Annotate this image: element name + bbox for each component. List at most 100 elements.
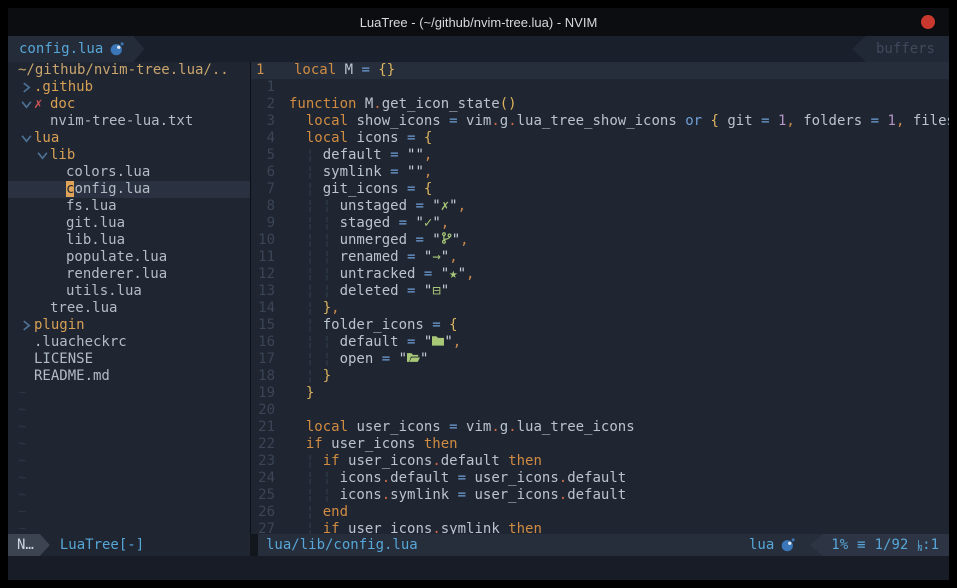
code-line-text: ¦ ¦ deleted = "⊟" <box>289 283 449 300</box>
tab-config-lua[interactable]: config.lua <box>8 36 144 62</box>
statusline-divider <box>250 534 258 556</box>
tree-item-git-lua[interactable]: git.lua <box>8 215 250 232</box>
tree-item-utils-lua[interactable]: utils.lua <box>8 283 250 300</box>
token: untracked <box>340 266 424 282</box>
token: open <box>340 351 382 367</box>
code-line[interactable]: 18 ¦ } <box>251 368 949 385</box>
code-line-text: local M = {} <box>294 62 395 79</box>
command-line[interactable] <box>8 556 949 580</box>
code-line-text: ¦ }, <box>289 300 340 317</box>
tree-item-lib-lua[interactable]: lib.lua <box>8 232 250 249</box>
token: = <box>407 334 424 350</box>
code-line[interactable]: 13 ¦ ¦ deleted = "⊟" <box>251 283 949 300</box>
code-line[interactable]: 3 local show_icons = vim.g.lua_tree_show… <box>251 113 949 130</box>
tree-item-config-lua[interactable]: config.lua <box>8 181 250 198</box>
token: , <box>466 266 474 282</box>
code-line[interactable]: 14 ¦ }, <box>251 300 949 317</box>
token: user_icons <box>348 453 432 469</box>
code-line[interactable]: 17 ¦ ¦ open = "" <box>251 351 949 368</box>
token: ¦ ¦ <box>289 470 340 486</box>
code-line[interactable]: 20 <box>251 402 949 419</box>
code-line[interactable]: 22 if user_icons then <box>251 436 949 453</box>
tree-item--luacheckrc[interactable]: .luacheckrc <box>8 334 250 351</box>
tree-item-colors-lua[interactable]: colors.lua <box>8 164 250 181</box>
code-line[interactable]: 23 ¦ if user_icons.default then <box>251 453 949 470</box>
token: = <box>449 113 466 129</box>
token: ¦ ¦ <box>289 232 340 248</box>
token: . <box>432 521 440 534</box>
tree-item-lib[interactable]: lib <box>8 147 250 164</box>
token: { <box>711 113 728 129</box>
code-line[interactable]: 12 ¦ ¦ untracked = "★", <box>251 266 949 283</box>
tree-item-tree-lua[interactable]: tree.lua <box>8 300 250 317</box>
tilde-marker: ~ <box>18 521 26 534</box>
code-line-text: local icons = { <box>289 130 432 147</box>
code-line[interactable]: 25 ¦ ¦ icons.symlink = user_icons.defaul… <box>251 487 949 504</box>
code-line[interactable]: 16 ¦ ¦ default = "", <box>251 334 949 351</box>
tree-item-label: renderer.lua <box>66 266 167 283</box>
line-number: 3 <box>251 113 275 130</box>
code-line[interactable]: 9 ¦ ¦ staged = "✓", <box>251 215 949 232</box>
token: g <box>500 419 508 435</box>
token: folders <box>803 113 870 129</box>
code-line[interactable]: 2function M.get_icon_state() <box>251 96 949 113</box>
code-line[interactable]: 10 ¦ ¦ unmerged = "", <box>251 232 949 249</box>
code-line[interactable]: 7 ¦ git_icons = { <box>251 181 949 198</box>
chevron-right-icon <box>18 320 34 331</box>
code-line[interactable]: 26 ¦ end <box>251 504 949 521</box>
token: = <box>390 147 407 163</box>
token: = <box>871 113 888 129</box>
code-line[interactable]: 5 ¦ default = "", <box>251 147 949 164</box>
code-line[interactable]: 1 <box>251 79 949 96</box>
line-number: 6 <box>251 164 275 181</box>
code-line[interactable]: 19 } <box>251 385 949 402</box>
tree-item-plugin[interactable]: plugin <box>8 317 250 334</box>
code-line[interactable]: 24 ¦ ¦ icons.default = user_icons.defaul… <box>251 470 949 487</box>
code-line[interactable]: 11 ¦ ¦ renamed = "→", <box>251 249 949 266</box>
line-number: 15 <box>251 317 275 334</box>
chevron-down-icon <box>18 134 34 143</box>
token: function <box>289 96 365 112</box>
tree-item-populate-lua[interactable]: populate.lua <box>8 249 250 266</box>
token: = <box>407 130 424 146</box>
token: . <box>508 419 516 435</box>
code-line[interactable]: 8 ¦ ¦ unstaged = "✗", <box>251 198 949 215</box>
close-button[interactable] <box>921 15 935 29</box>
token: = <box>399 215 416 231</box>
line-number: 5 <box>251 147 275 164</box>
tilde-marker: ~ <box>18 385 26 402</box>
code-line[interactable]: 4 local icons = { <box>251 130 949 147</box>
tree-item-renderer-lua[interactable]: renderer.lua <box>8 266 250 283</box>
token: if <box>323 453 348 469</box>
position-chip: 1% ≡ 1/92 L N :1 <box>809 534 949 556</box>
tree-item-lua[interactable]: lua <box>8 130 250 147</box>
filetype-label: lua <box>749 537 774 553</box>
token: " <box>441 266 449 282</box>
token: default <box>390 470 457 486</box>
code-line-text: ¦ if user_icons.symlink then <box>289 521 542 534</box>
code-line[interactable]: 15 ¦ folder_icons = { <box>251 317 949 334</box>
code-line[interactable]: 1local M = {} <box>251 62 949 79</box>
tree-item-license[interactable]: LICENSE <box>8 351 250 368</box>
tree-item-nvim-tree-lua-txt[interactable]: nvim-tree-lua.txt <box>8 113 250 130</box>
token: ¦ <box>289 521 323 534</box>
tilde-marker: ~ <box>18 419 26 436</box>
empty-line-tilde: ~ <box>8 453 250 470</box>
tree-item-doc[interactable]: ✗doc <box>8 96 250 113</box>
code-line[interactable]: 21 local user_icons = vim.g.lua_tree_ico… <box>251 419 949 436</box>
tree-item--github[interactable]: .github <box>8 79 250 96</box>
tree-item-fs-lua[interactable]: fs.lua <box>8 198 250 215</box>
code-line-text: ¦ folder_icons = { <box>289 317 458 334</box>
code-line[interactable]: 6 ¦ symlink = "", <box>251 164 949 181</box>
code-panel: 1local M = {}12function M.get_icon_state… <box>250 62 949 534</box>
buffers-segment[interactable]: buffers <box>852 36 949 62</box>
token: ¦ ¦ <box>289 351 340 367</box>
token: → <box>432 249 440 265</box>
code-line[interactable]: 27 ¦ if user_icons.symlink then <box>251 521 949 534</box>
token: ¦ <box>289 453 323 469</box>
tree-item-readme-md[interactable]: README.md <box>8 368 250 385</box>
line-number: 27 <box>251 521 275 534</box>
token: user_icons <box>474 487 558 503</box>
tilde-marker: ~ <box>18 436 26 453</box>
token: default <box>567 487 626 503</box>
